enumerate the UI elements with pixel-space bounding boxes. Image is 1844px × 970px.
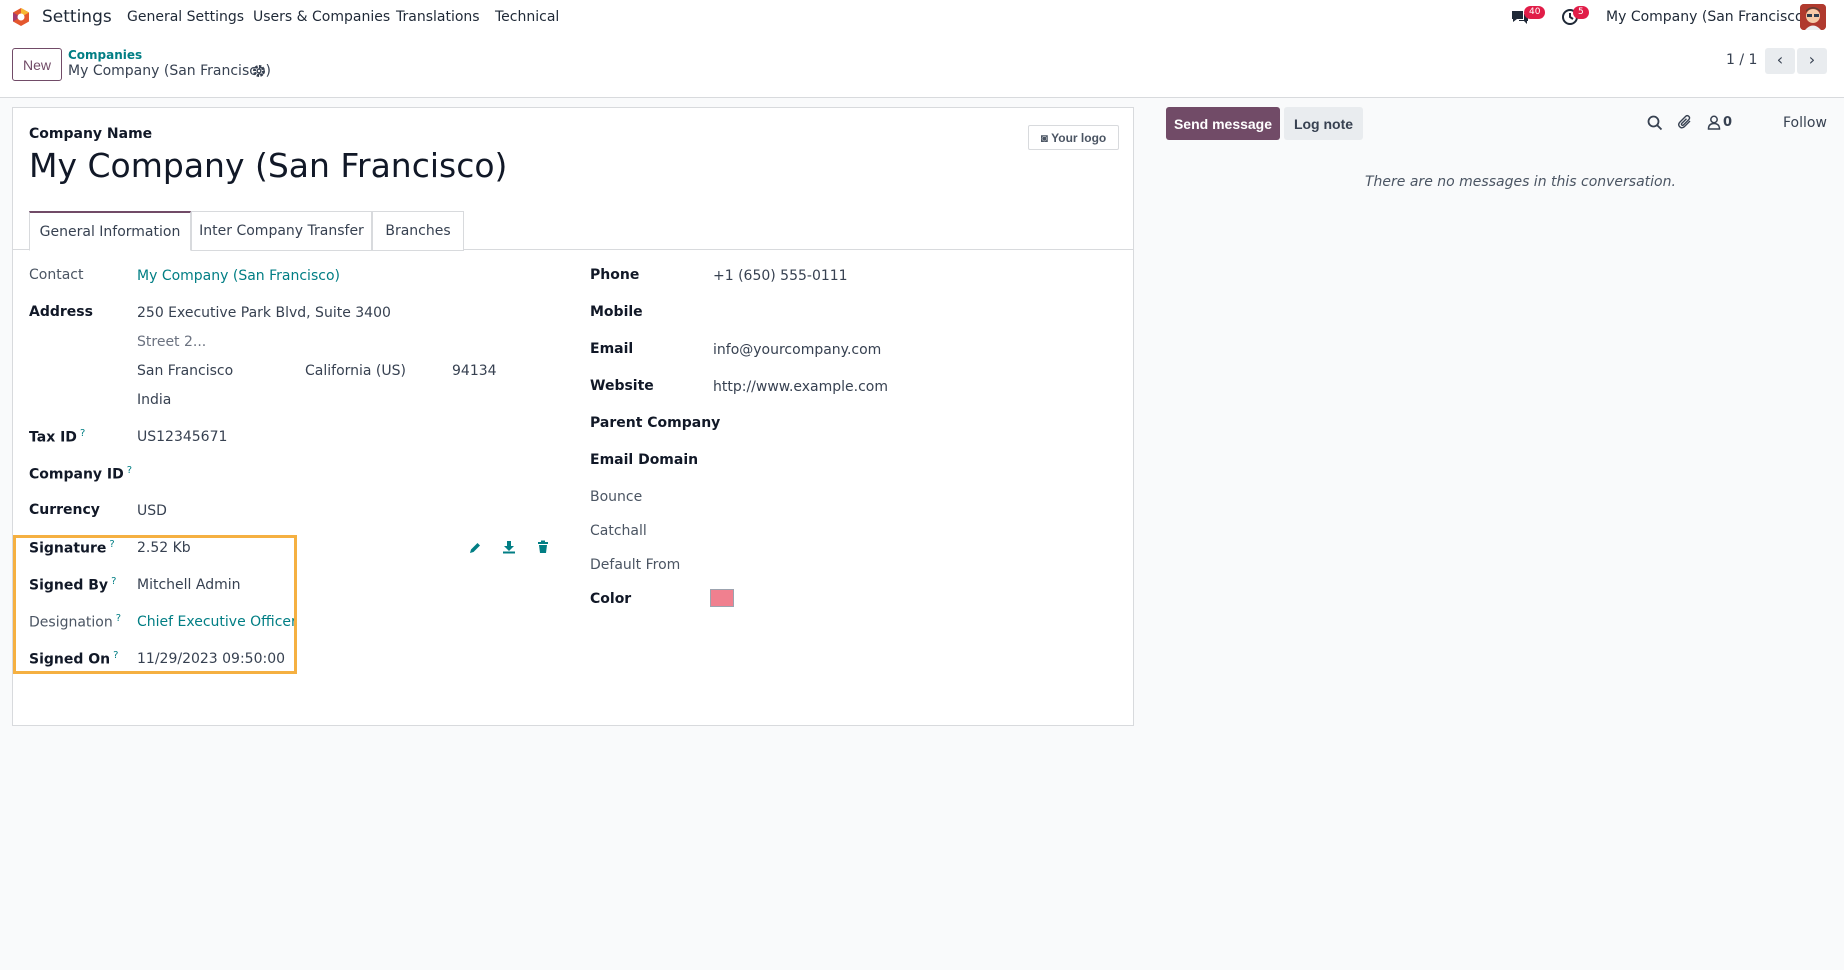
company-switcher[interactable]: My Company (San Francisco) [1606, 9, 1809, 25]
zip-field[interactable]: 94134 [452, 363, 497, 379]
follow-button[interactable]: Follow [1783, 115, 1827, 131]
activities-badge: 5 [1573, 6, 1589, 19]
menu-technical[interactable]: Technical [495, 9, 559, 25]
address-label: Address [29, 304, 93, 320]
company-name-label: Company Name [29, 126, 153, 142]
breadcrumb-current: My Company (San Francisco) [68, 63, 271, 79]
search-icon[interactable] [1647, 115, 1663, 131]
tax-id-label-text: Tax ID [29, 429, 77, 446]
control-panel: New Companies My Company (San Francisco)… [0, 34, 1844, 98]
bounce-label: Bounce [590, 489, 643, 505]
pager-next-button[interactable]: › [1797, 48, 1827, 74]
city-field[interactable]: San Francisco [137, 363, 233, 379]
contact-link[interactable]: My Company (San Francisco) [137, 268, 340, 284]
camera-icon: ◙ [1040, 130, 1048, 145]
country-field[interactable]: India [137, 392, 171, 408]
app-title[interactable]: Settings [42, 7, 112, 27]
tax-id-label: Tax ID? [29, 428, 85, 446]
default-from-label: Default From [590, 557, 681, 573]
street-field[interactable]: 250 Executive Park Blvd, Suite 3400 [137, 305, 391, 321]
signature-highlight-box [13, 535, 297, 674]
tax-id-field[interactable]: US12345671 [137, 429, 227, 445]
email-label: Email [590, 341, 634, 357]
tab-general-information[interactable]: General Information [29, 211, 191, 251]
contact-label: Contact [29, 267, 84, 283]
mobile-label: Mobile [590, 304, 643, 320]
company-id-label: Company ID? [29, 465, 132, 483]
followers-icon[interactable] [1707, 115, 1721, 130]
phone-label: Phone [590, 267, 640, 283]
trash-icon[interactable] [536, 540, 552, 556]
top-navbar: Settings General Settings Users & Compan… [0, 0, 1844, 34]
help-mark[interactable]: ? [127, 465, 132, 476]
tab-inter-company-transfer[interactable]: Inter Company Transfer [191, 211, 372, 251]
email-field[interactable]: info@yourcompany.com [713, 342, 881, 358]
edit-pencil-icon[interactable] [468, 541, 484, 557]
menu-users-companies[interactable]: Users & Companies [253, 9, 390, 25]
chatter-empty-message: There are no messages in this conversati… [1365, 174, 1676, 190]
messages-badge: 40 [1524, 6, 1546, 19]
odoo-logo-icon[interactable] [11, 7, 31, 27]
company-id-label-text: Company ID [29, 466, 124, 483]
user-avatar[interactable] [1800, 4, 1826, 30]
company-name-field[interactable]: My Company (San Francisco) [29, 146, 507, 185]
new-button[interactable]: New [12, 48, 62, 81]
download-icon[interactable] [502, 540, 518, 556]
menu-general-settings[interactable]: General Settings [127, 9, 244, 25]
phone-field[interactable]: +1 (650) 555-0111 [713, 268, 848, 284]
parent-company-label: Parent Company [590, 415, 721, 431]
email-domain-label: Email Domain [590, 452, 699, 468]
website-label: Website [590, 378, 654, 394]
color-label: Color [590, 591, 632, 607]
state-field[interactable]: California (US) [305, 363, 406, 379]
pager-previous-button[interactable]: ‹ [1765, 48, 1795, 74]
currency-field[interactable]: USD [137, 503, 167, 519]
menu-translations[interactable]: Translations [396, 9, 480, 25]
followers-count[interactable]: 0 [1723, 115, 1732, 130]
website-field[interactable]: http://www.example.com [713, 379, 888, 395]
send-message-button[interactable]: Send message [1166, 107, 1280, 140]
street2-field[interactable]: Street 2... [137, 334, 206, 350]
gear-icon[interactable] [252, 64, 266, 78]
notebook-tabs: General Information Inter Company Transf… [13, 210, 1133, 251]
help-mark[interactable]: ? [80, 428, 85, 439]
your-logo-button[interactable]: ◙ Your logo [1028, 125, 1119, 150]
catchall-label: Catchall [590, 523, 647, 539]
your-logo-label: Your logo [1051, 130, 1107, 145]
paperclip-icon[interactable] [1677, 114, 1693, 130]
pager-value[interactable]: 1 / 1 [1726, 52, 1757, 68]
currency-label: Currency [29, 502, 100, 518]
tab-branches[interactable]: Branches [372, 211, 464, 251]
color-swatch[interactable] [710, 589, 734, 607]
breadcrumb-companies[interactable]: Companies [68, 48, 142, 62]
log-note-button[interactable]: Log note [1284, 107, 1363, 140]
